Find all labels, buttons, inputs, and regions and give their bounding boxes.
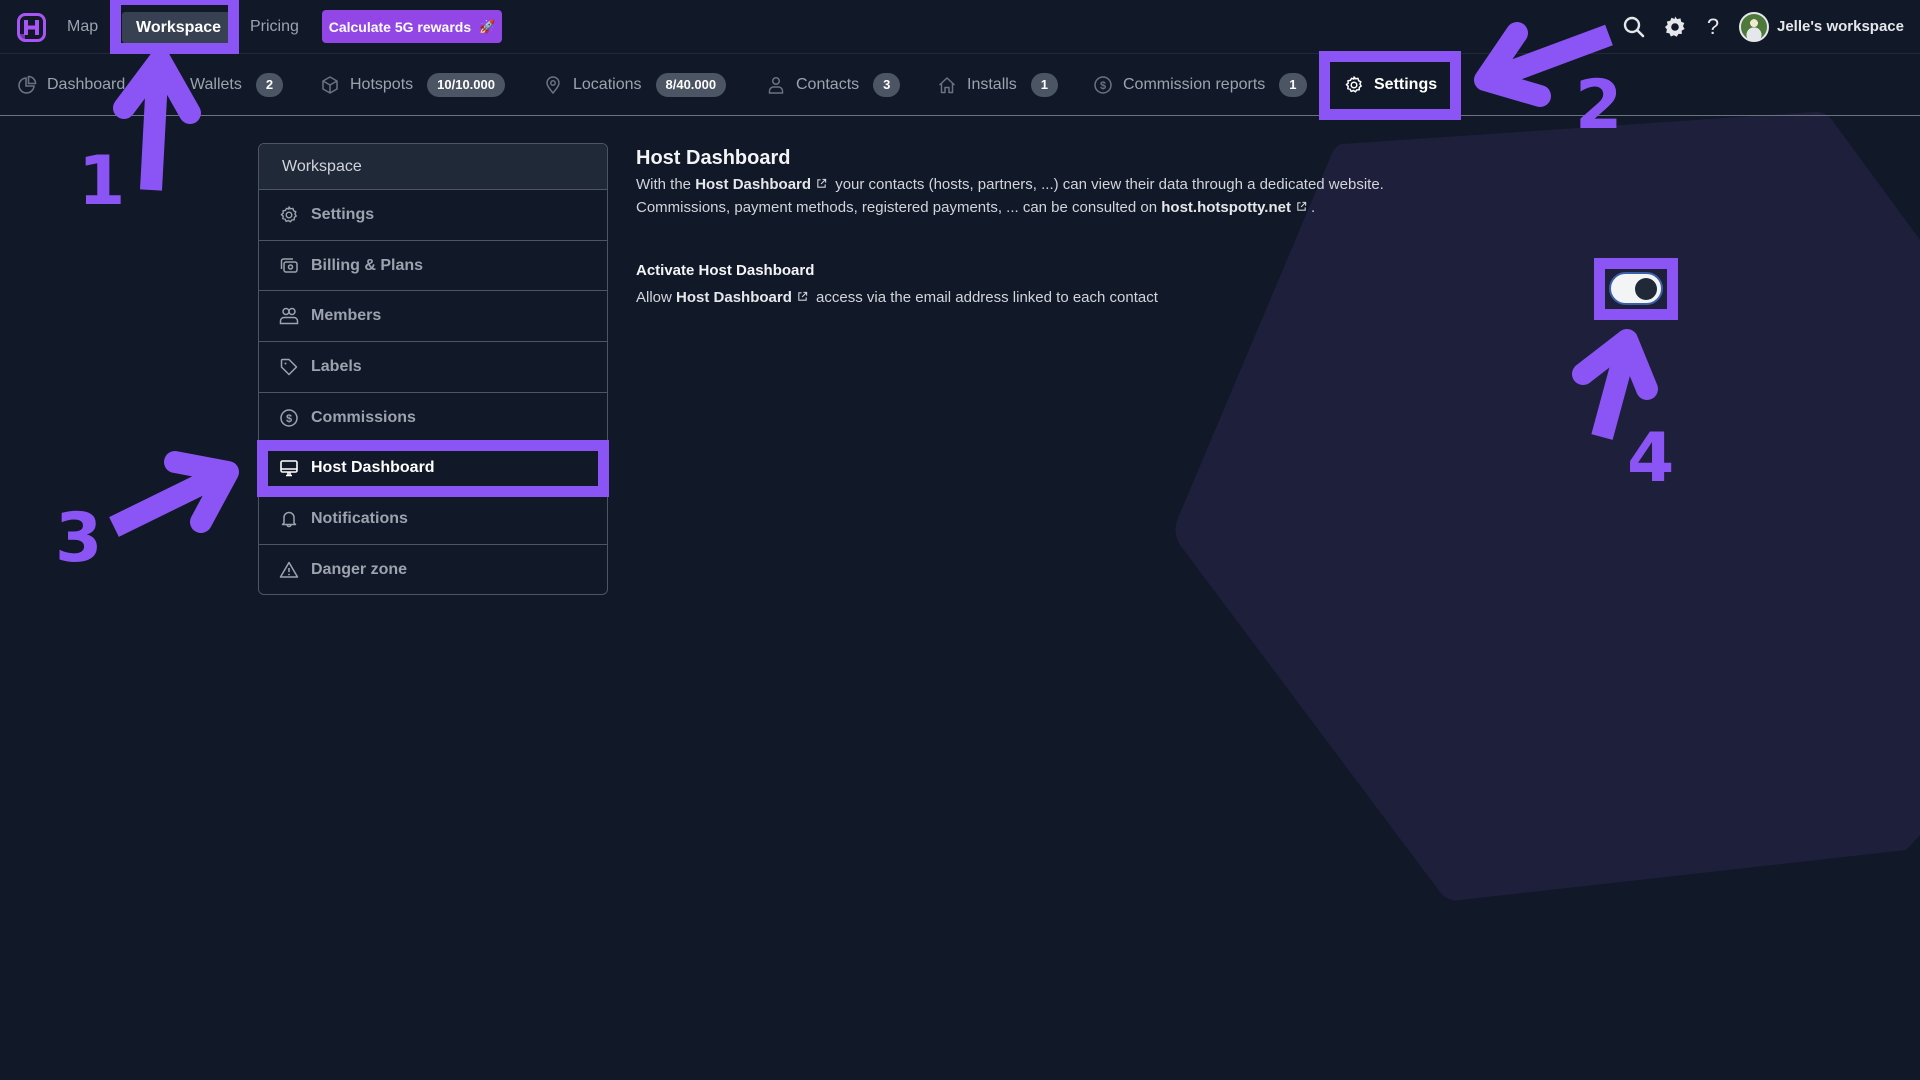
user-icon: [768, 76, 784, 94]
sidebar-item-label: Notifications: [311, 509, 408, 527]
activate-host-dashboard-description: Allow Host Dashboard access via the emai…: [636, 288, 1536, 308]
home-icon: [938, 76, 956, 93]
annotation-step-3: 3: [55, 499, 103, 578]
svg-text:$: $: [1100, 80, 1106, 92]
page-description: With the Host Dashboard your contacts (h…: [636, 173, 1536, 219]
monitor-icon: [280, 460, 298, 477]
annotation-step-1: 1: [78, 142, 126, 221]
arrow-3: [109, 451, 239, 537]
cta-label: Calculate 5G rewards: [328, 18, 472, 35]
sidebar-item-settings[interactable]: Settings: [259, 190, 607, 241]
sidebar-item-label: Settings: [311, 205, 375, 223]
sidebar-item-label: Host Dashboard: [311, 459, 435, 477]
sidebar-item-label: Danger zone: [311, 561, 408, 579]
gear-icon: [1345, 75, 1362, 93]
sidebar-item-label: Commissions: [311, 408, 416, 426]
subnav-label: Wallets: [190, 75, 242, 93]
sidebar-item-commissions[interactable]: $ Commissions: [259, 393, 607, 444]
subnav-hotspots[interactable]: Hotspots 10/10.000: [320, 54, 505, 115]
subnav-contacts[interactable]: Contacts 3: [766, 54, 901, 115]
gear-icon: [280, 206, 297, 223]
user-avatar[interactable]: [1739, 12, 1769, 42]
nav-link-map[interactable]: Map: [67, 0, 98, 54]
external-link-icon[interactable]: [1296, 201, 1307, 212]
desc-text: access via the email address linked to e…: [811, 289, 1158, 306]
desc-text: your contacts (hosts, partners, ...) can…: [831, 176, 1384, 193]
rocket-icon: 🚀: [479, 18, 496, 34]
desc-text: With the: [636, 176, 696, 193]
workspace-switcher[interactable]: Jelle's workspace: [1777, 0, 1904, 54]
sidebar-item-host-dashboard[interactable]: Host Dashboard: [259, 443, 607, 495]
pie-chart-icon: [18, 75, 37, 94]
contacts-count-badge: 3: [873, 72, 901, 97]
nav-link-pricing[interactable]: Pricing: [250, 0, 299, 54]
host-dashboard-link[interactable]: Host Dashboard: [695, 176, 811, 193]
external-link-icon[interactable]: [797, 291, 808, 302]
dollar-circle-icon: $: [280, 408, 298, 427]
host-dashboard-link[interactable]: Host Dashboard: [676, 289, 792, 306]
subnav-settings[interactable]: Settings: [1344, 54, 1437, 115]
annotation-step-2: 2: [1575, 66, 1623, 145]
desc-text: Allow: [636, 289, 677, 306]
wallets-count-badge: 2: [255, 72, 284, 97]
subnav-wallets[interactable]: Wallets 2: [190, 54, 284, 115]
sidebar-item-label: Members: [311, 307, 382, 325]
settings-sidebar: Workspace Settings Billing & Plans Membe…: [258, 143, 608, 595]
workspace-subnav: Dashboard Wallets 2 Hotspots 10/10.000 L…: [0, 54, 1920, 116]
commission-reports-count-badge: 1: [1279, 72, 1307, 97]
page-title: Host Dashboard: [636, 147, 791, 169]
host-dashboard-panel: Host Dashboard With the Host Dashboard y…: [636, 146, 1536, 308]
activate-host-dashboard-toggle[interactable]: [1609, 272, 1663, 305]
locations-count-badge: 8/40.000: [655, 72, 727, 97]
nav-link-workspace[interactable]: Workspace: [122, 12, 236, 43]
host-hotspotty-link[interactable]: host.hotspotty.net: [1161, 199, 1291, 216]
svg-text:$: $: [286, 413, 292, 425]
desc-text: .: [1310, 199, 1316, 216]
map-pin-icon: [546, 75, 560, 94]
subnav-label: Hotspots: [350, 75, 414, 93]
sidebar-item-label: Billing & Plans: [311, 256, 424, 274]
gear-icon[interactable]: [1662, 14, 1688, 40]
subnav-installs[interactable]: Installs 1: [937, 54, 1059, 115]
tag-icon: [280, 358, 298, 376]
toggle-knob: [1635, 278, 1657, 300]
subnav-label: Locations: [573, 75, 642, 93]
dollar-circle-icon: $: [1094, 75, 1112, 94]
top-navbar: Map Workspace Pricing Calculate 5G rewar…: [0, 0, 1920, 54]
subnav-dashboard[interactable]: Dashboard: [17, 54, 125, 115]
sidebar-item-label: Labels: [311, 357, 362, 375]
sidebar-item-danger-zone[interactable]: Danger zone: [259, 545, 607, 594]
search-icon[interactable]: [1621, 14, 1647, 40]
subnav-label: Installs: [967, 75, 1017, 93]
sidebar-item-notifications[interactable]: Notifications: [259, 494, 607, 545]
annotation-step-4: 4: [1627, 419, 1675, 498]
installs-count-badge: 1: [1030, 72, 1059, 97]
billing-icon: [280, 257, 298, 273]
activate-host-dashboard-label: Activate Host Dashboard: [636, 262, 815, 279]
subnav-label: Commission reports: [1123, 75, 1266, 93]
help-icon[interactable]: ?: [1700, 14, 1726, 40]
sidebar-header: Workspace: [259, 144, 607, 190]
cube-icon: [322, 75, 338, 94]
subnav-commission-reports[interactable]: $ Commission reports 1: [1093, 54, 1307, 115]
desc-text: Commissions, payment methods, registered…: [636, 199, 1162, 216]
sidebar-item-labels[interactable]: Labels: [259, 342, 607, 393]
hotspotty-logo-icon[interactable]: [17, 13, 46, 42]
sidebar-item-billing[interactable]: Billing & Plans: [259, 241, 607, 292]
users-icon: [279, 307, 299, 325]
hotspots-count-badge: 10/10.000: [427, 72, 505, 97]
warning-icon: [279, 561, 299, 578]
calculate-5g-rewards-button[interactable]: Calculate 5G rewards 🚀: [322, 10, 502, 43]
external-link-icon[interactable]: [816, 178, 827, 189]
subnav-label: Dashboard: [47, 75, 126, 93]
subnav-label: Contacts: [796, 75, 860, 93]
sidebar-item-members[interactable]: Members: [259, 291, 607, 343]
subnav-label: Settings: [1374, 75, 1438, 93]
subnav-locations[interactable]: Locations 8/40.000: [543, 54, 727, 115]
bell-icon: [281, 511, 297, 528]
